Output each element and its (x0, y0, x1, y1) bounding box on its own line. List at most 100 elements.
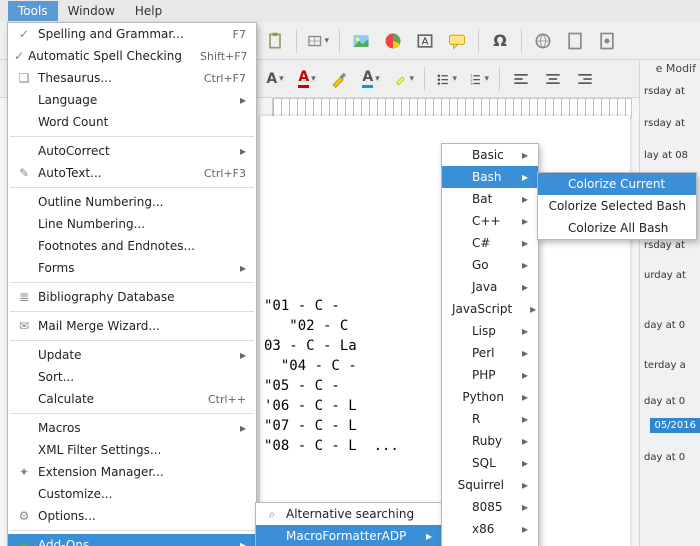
lang-java[interactable]: Java▸ (442, 276, 538, 298)
special-char-icon[interactable]: Ω (489, 30, 511, 52)
lang-python[interactable]: Python▸ (442, 386, 538, 408)
forms[interactable]: Forms▸ (8, 257, 256, 279)
svg-text:A: A (422, 36, 429, 47)
autocorrect[interactable]: AutoCorrect▸ (8, 140, 256, 162)
side-item[interactable]: rsday at (644, 118, 696, 129)
side-date-chip[interactable]: 05/2016 (650, 418, 700, 433)
lang-js[interactable]: JavaScript▸ (442, 298, 538, 320)
align-right-icon[interactable] (574, 68, 596, 90)
lang-go[interactable]: Go▸ (442, 254, 538, 276)
options[interactable]: ⚙Options... (8, 505, 256, 527)
thesaurus[interactable]: ❏Thesaurus...Ctrl+F7 (8, 67, 256, 89)
lang-sql[interactable]: SQL ▸ (442, 452, 538, 474)
submenu-arrow-icon: ▸ (522, 368, 528, 382)
lang-cs[interactable]: C#▸ (442, 232, 538, 254)
align-center-icon[interactable] (542, 68, 564, 90)
comment-icon[interactable] (446, 30, 468, 52)
menu-accel: F7 (233, 28, 246, 41)
customize[interactable]: Customize... (8, 483, 256, 505)
language[interactable]: Language▸ (8, 89, 256, 111)
numbering-icon[interactable]: 123▾ (467, 68, 489, 90)
add-ons[interactable]: ✦Add-Ons▸ (8, 534, 256, 546)
textbox-icon[interactable]: A (414, 30, 436, 52)
doc2-icon[interactable] (596, 30, 618, 52)
alt-search[interactable]: ⌕Alternative searching (256, 503, 442, 525)
macroformatter[interactable]: MacroFormatterADP▸ (256, 525, 442, 546)
lang-ruby[interactable]: Ruby▸ (442, 430, 538, 452)
side-item[interactable]: terday a (644, 360, 696, 371)
submenu-arrow-icon: ▸ (522, 280, 528, 294)
word-count[interactable]: Word Count (8, 111, 256, 133)
menu-item-label: SQL (472, 456, 504, 470)
menu-item-label: Bat (472, 192, 504, 206)
lang-x86[interactable]: x86▸ (442, 518, 538, 540)
submenu-arrow-icon: ▸ (522, 456, 528, 470)
menu-separator (10, 282, 254, 283)
menu-item-label: Colorize Selected Bash (549, 199, 686, 213)
mail-merge[interactable]: ✉Mail Merge Wizard... (8, 315, 256, 337)
image-icon[interactable] (350, 30, 372, 52)
menu-item-label: Lisp (472, 324, 504, 338)
line-numbering[interactable]: Line Numbering... (8, 213, 256, 235)
lang-r[interactable]: R▸ (442, 408, 538, 430)
lang-lisp[interactable]: Lisp▸ (442, 320, 538, 342)
menu-item-label: Update (38, 348, 222, 362)
colorize-selected[interactable]: Colorize Selected Bash (538, 195, 696, 217)
menu-item-label: XML Filter Settings... (38, 443, 246, 457)
autotext[interactable]: ✎AutoText...Ctrl+F3 (8, 162, 256, 184)
biblio[interactable]: ≣Bibliography Database (8, 286, 256, 308)
align-left-icon[interactable] (510, 68, 532, 90)
brush-icon[interactable] (328, 68, 350, 90)
menu-item-label: Mail Merge Wizard... (38, 319, 246, 333)
lang-php[interactable]: PHP ▸ (442, 364, 538, 386)
outline-numbering[interactable]: Outline Numbering... (8, 191, 256, 213)
menu-help[interactable]: Help (125, 1, 172, 21)
submenu-arrow-icon: ▸ (240, 421, 246, 435)
bullets-icon[interactable]: ▾ (435, 68, 457, 90)
colorize-all[interactable]: Colorize All Bash (538, 217, 696, 239)
menu-window[interactable]: Window (58, 1, 125, 21)
lang-basic[interactable]: Basic▸ (442, 144, 538, 166)
xml-filter[interactable]: XML Filter Settings... (8, 439, 256, 461)
chart-icon[interactable] (382, 30, 404, 52)
calculate[interactable]: CalculateCtrl++ (8, 388, 256, 410)
side-item[interactable]: day at 0 (644, 320, 696, 331)
lang-cpp[interactable]: C++▸ (442, 210, 538, 232)
side-item[interactable]: day at 0 (644, 396, 696, 407)
menu-item-label: Extension Manager... (38, 465, 246, 479)
submenu-arrow-icon: ▸ (522, 522, 528, 536)
spelling-and-grammar[interactable]: ✓Spelling and Grammar...F7 (8, 23, 256, 45)
highlight3-icon[interactable]: ▾ (392, 68, 414, 90)
lang-perl[interactable]: Perl▸ (442, 342, 538, 364)
menu-item-label: Thesaurus... (38, 71, 186, 85)
colorize-current[interactable]: Colorize Current (538, 173, 696, 195)
side-item[interactable]: day at 0 (644, 452, 696, 463)
lang-squirrel[interactable]: Squirrel▸ (442, 474, 538, 496)
ext-mgr[interactable]: ✦Extension Manager... (8, 461, 256, 483)
side-item[interactable]: lay at 08 (644, 150, 696, 161)
footnotes[interactable]: Footnotes and Endnotes... (8, 235, 256, 257)
doc-icon[interactable] (564, 30, 586, 52)
side-item[interactable]: rsday at (644, 86, 696, 97)
macros[interactable]: Macros▸ (8, 417, 256, 439)
highlight-red-icon[interactable]: A▾ (296, 68, 318, 90)
font-color-icon[interactable]: A▾ (264, 68, 286, 90)
sort[interactable]: Sort... (8, 366, 256, 388)
submenu-arrow-icon: ▸ (522, 258, 528, 272)
auto-spell-check[interactable]: ✓Automatic Spell CheckingShift+F7 (8, 45, 256, 67)
side-item[interactable]: rsday at (644, 240, 696, 251)
clipboard-icon[interactable] (264, 30, 286, 52)
menu-tools[interactable]: Tools (8, 1, 58, 21)
side-item[interactable]: urday at (644, 270, 696, 281)
side-panel: e Modif rsday atrsday atlay at 08rsday a… (639, 60, 700, 546)
menu-item-label: PHP (472, 368, 504, 382)
table-icon[interactable]: ▾ (307, 30, 329, 52)
lang-bat[interactable]: Bat ▸ (442, 188, 538, 210)
lang-8085[interactable]: 8085▸ (442, 496, 538, 518)
lang-xml[interactable]: XML▸ (442, 540, 538, 546)
update[interactable]: Update▸ (8, 344, 256, 366)
highlight2-icon[interactable]: A▾ (360, 68, 382, 90)
lang-bash[interactable]: Bash▸ (442, 166, 538, 188)
link-icon[interactable] (532, 30, 554, 52)
submenu-arrow-icon: ▸ (522, 192, 528, 206)
